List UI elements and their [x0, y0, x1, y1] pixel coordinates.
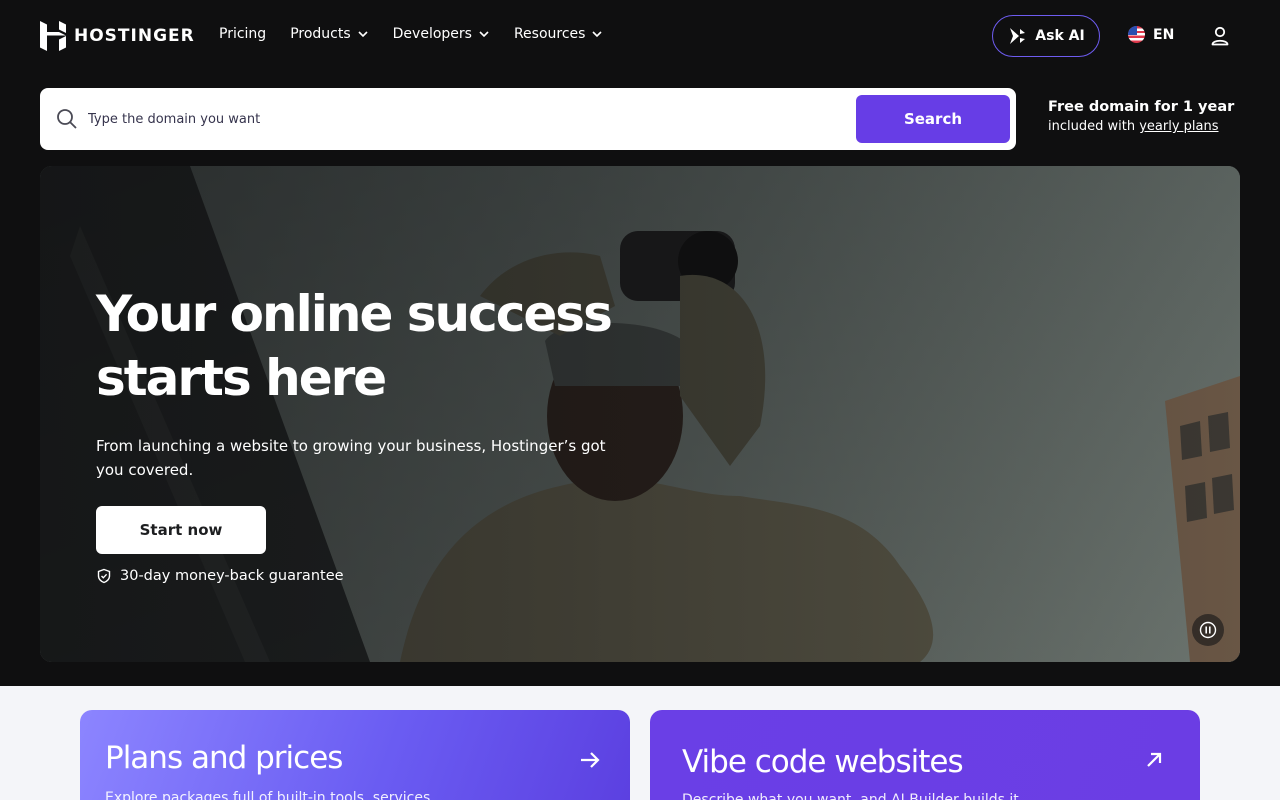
- arrow-up-right-icon: [1147, 752, 1162, 767]
- nav-item-label: Resources: [513, 26, 586, 42]
- nav-item-resources[interactable]: Resources: [514, 26, 604, 42]
- nav-item-developers[interactable]: Developers: [393, 26, 490, 42]
- video-pause-button[interactable]: [1192, 614, 1224, 646]
- hero-title: Your online success starts here: [96, 285, 613, 407]
- top-nav: HOSTINGER Pricing Products Developers Re…: [0, 0, 1280, 72]
- nav-item-label: Products: [290, 26, 351, 42]
- main-menu: Pricing Products Developers Resources: [219, 26, 603, 42]
- nav-item-products[interactable]: Products: [290, 26, 368, 42]
- promo-subtitle-text: included with: [1048, 119, 1140, 134]
- arrow-right-icon: [581, 752, 600, 768]
- free-domain-promo: Free domain for 1 year included with yea…: [1048, 99, 1234, 134]
- language-selector[interactable]: EN: [1128, 26, 1174, 43]
- brand-name: HOSTINGER: [74, 26, 195, 46]
- card-description: Explore packages full of built-in tools,…: [105, 790, 431, 800]
- chevron-down-icon: [592, 31, 603, 38]
- card-description: Describe what you want, and AI Builder b…: [682, 792, 1019, 800]
- card-title: Vibe code websites: [682, 744, 964, 780]
- ask-ai-button[interactable]: Ask AI: [992, 15, 1100, 57]
- search-button[interactable]: Search: [856, 95, 1010, 143]
- chevron-down-icon: [479, 31, 489, 38]
- pause-icon: [1199, 621, 1217, 639]
- sparkle-icon: [1010, 28, 1026, 44]
- guarantee-text: 30-day money-back guarantee: [120, 568, 344, 584]
- user-icon[interactable]: [1209, 25, 1231, 47]
- domain-search-bar: Search: [40, 88, 1016, 150]
- card-title: Plans and prices: [105, 740, 343, 776]
- hostinger-logo-icon: [40, 21, 66, 51]
- us-flag-icon: [1128, 26, 1145, 43]
- plans-and-prices-card[interactable]: Plans and prices Explore packages full o…: [80, 710, 630, 800]
- shield-check-icon: [97, 568, 111, 584]
- promo-title: Free domain for 1 year: [1048, 99, 1235, 115]
- hero-overlay: [40, 166, 1240, 662]
- hero-subtitle: From launching a website to growing your…: [96, 437, 606, 479]
- feature-cards-section: Plans and prices Explore packages full o…: [0, 686, 1280, 800]
- start-now-button[interactable]: Start now: [96, 506, 266, 554]
- yearly-plans-link[interactable]: yearly plans: [1139, 119, 1218, 134]
- chevron-down-icon: [358, 31, 368, 38]
- ask-ai-label: Ask AI: [1035, 28, 1085, 44]
- search-icon: [57, 109, 77, 129]
- nav-item-pricing[interactable]: Pricing: [219, 26, 266, 42]
- nav-item-label: Pricing: [219, 26, 267, 42]
- domain-search-input[interactable]: [88, 102, 878, 136]
- hero-banner: Your online success starts here From lau…: [40, 166, 1240, 662]
- money-back-guarantee: 30-day money-back guarantee: [96, 568, 344, 584]
- vibe-code-websites-card[interactable]: Vibe code websites Describe what you wan…: [650, 710, 1200, 800]
- language-label: EN: [1153, 26, 1175, 43]
- promo-subtitle: included with yearly plans: [1048, 119, 1234, 134]
- hostinger-logo[interactable]: HOSTINGER: [40, 21, 195, 51]
- nav-item-label: Developers: [392, 26, 472, 42]
